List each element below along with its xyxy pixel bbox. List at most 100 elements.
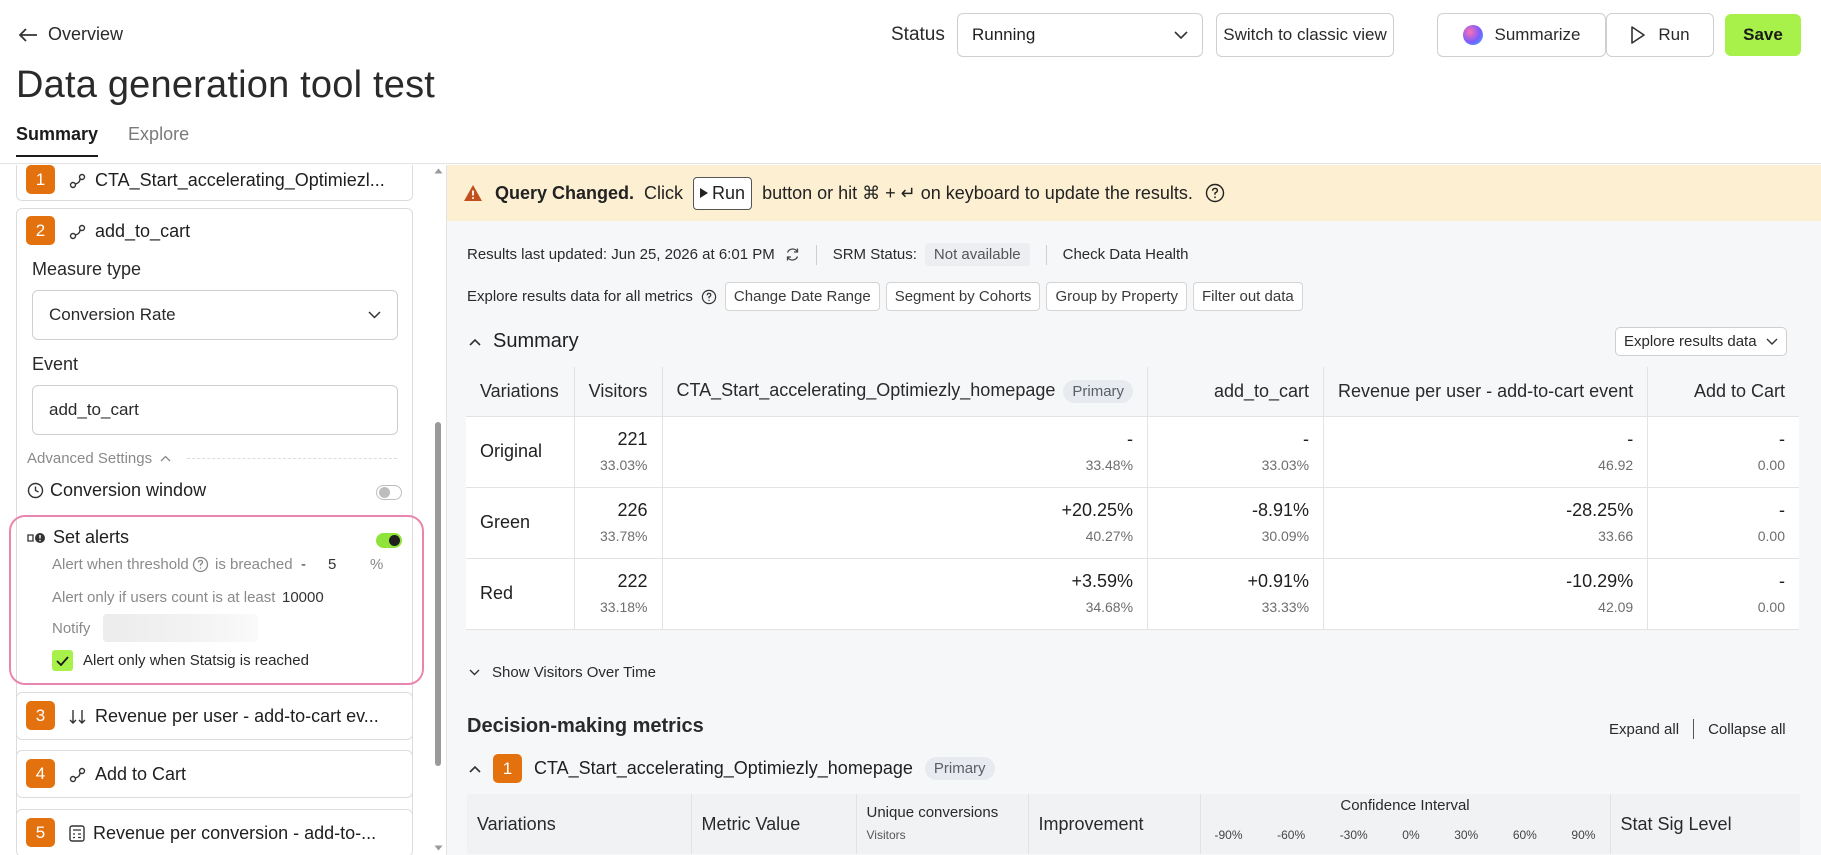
collapse-all-link[interactable]: Collapse all xyxy=(1708,721,1786,738)
ci-tick: -60% xyxy=(1277,828,1306,842)
metric-cell: +3.59% 34.68% xyxy=(662,558,1149,630)
metric-title[interactable]: add_to_cart xyxy=(69,221,190,242)
metric-cell: +0.91% 33.33% xyxy=(1147,558,1325,630)
refresh-icon[interactable] xyxy=(785,247,800,262)
expand-all-link[interactable]: Expand all xyxy=(1609,721,1679,738)
col-confidence-interval: Confidence Interval -90% -60% -30% 0% 30… xyxy=(1200,794,1611,854)
toggle-knob xyxy=(379,487,390,498)
chevron-up-icon xyxy=(469,338,481,346)
value: 33.33% xyxy=(1261,598,1310,615)
chevron-up-icon xyxy=(469,765,481,773)
metric-name: Add to Cart xyxy=(95,764,187,784)
value: 42.09 xyxy=(1598,598,1634,615)
banner-run-button[interactable]: Run xyxy=(693,176,753,210)
metric-title: Add to Cart xyxy=(69,764,186,785)
visitors-count: 226 xyxy=(617,499,648,520)
improvement: - xyxy=(1627,428,1634,449)
switch-classic-label: Switch to classic view xyxy=(1223,25,1387,44)
explore-results-dropdown[interactable]: Explore results data xyxy=(1615,327,1787,356)
tab-explore[interactable]: Explore xyxy=(128,124,189,157)
event-input[interactable]: add_to_cart xyxy=(32,385,398,435)
visitors-pct: 33.03% xyxy=(600,456,648,473)
decision-metrics-title: Decision-making metrics xyxy=(467,715,704,737)
results-status-row: Results last updated: Jun 25, 2026 at 6:… xyxy=(467,243,1189,266)
advanced-settings-toggle[interactable]: Advanced Settings xyxy=(27,450,397,467)
status-label: Status xyxy=(891,24,945,45)
metrics-panel: 1 CTA_Start_accelerating_Optimiezl... 2 … xyxy=(0,165,447,855)
measure-type-select[interactable]: Conversion Rate xyxy=(32,290,398,340)
notify-label: Notify xyxy=(52,620,91,637)
table-row[interactable]: Original 221 33.03% - 33.48% - 33.03% - 46.9… xyxy=(466,416,1799,488)
scroll-up-icon[interactable] xyxy=(434,168,443,174)
check-icon xyxy=(56,655,69,666)
table-header-row: Variations Metric Value Unique conversio… xyxy=(467,794,1800,854)
metric-card-4[interactable]: 4 Add to Cart xyxy=(16,750,413,798)
chevron-down-icon xyxy=(1174,30,1188,39)
explore-results-label: Explore results data xyxy=(1624,333,1757,350)
check-data-health-link[interactable]: Check Data Health xyxy=(1063,246,1189,263)
left-scrollbar[interactable] xyxy=(432,165,444,855)
improvement: - xyxy=(1127,428,1134,449)
value: 40.27% xyxy=(1085,527,1134,544)
run-button[interactable]: Run xyxy=(1606,13,1714,57)
help-icon[interactable] xyxy=(192,556,209,573)
value: 33.48% xyxy=(1085,456,1134,473)
tab-summary[interactable]: Summary xyxy=(16,124,99,157)
funnel-event-icon xyxy=(69,767,86,782)
table-row[interactable]: Green 226 33.78% +20.25% 40.27% -8.91% 30.0… xyxy=(466,487,1799,559)
metric-card-5[interactable]: 5 Revenue per conversion - add-to-... xyxy=(16,809,413,855)
filter-out-data-button[interactable]: Filter out data xyxy=(1193,282,1303,311)
show-visitors-toggle[interactable]: Show Visitors Over Time xyxy=(469,664,656,681)
sparkle-icon xyxy=(1462,25,1483,45)
notify-input[interactable] xyxy=(103,614,258,642)
help-icon[interactable] xyxy=(1205,183,1225,203)
threshold-unit: % xyxy=(370,556,384,573)
threshold-input[interactable]: 5 xyxy=(328,556,336,573)
scroll-thumb[interactable] xyxy=(435,422,441,766)
summarize-button[interactable]: Summarize xyxy=(1437,13,1606,57)
summary-section-toggle[interactable]: Summary xyxy=(469,330,579,353)
col-metric-3: Revenue per user - add-to-cart event xyxy=(1323,367,1649,417)
ci-tick: 90% xyxy=(1571,828,1596,842)
metric-card-1[interactable]: 1 CTA_Start_accelerating_Optimiezl... xyxy=(16,165,413,201)
back-label: Overview xyxy=(48,24,124,44)
threshold-sign[interactable]: - xyxy=(301,556,306,573)
metric-number: 5 xyxy=(26,818,55,847)
warning-icon xyxy=(464,185,482,201)
set-alerts-toggle[interactable] xyxy=(376,533,402,548)
metric-cell: - 0.00 xyxy=(1647,487,1799,559)
decision-metric-header[interactable]: 1 CTA_Start_accelerating_Optimiezly_home… xyxy=(469,754,995,783)
results-updated: Results last updated: Jun 25, 2026 at 6:… xyxy=(467,246,775,263)
funnel-event-icon xyxy=(69,173,86,188)
help-icon[interactable] xyxy=(701,289,717,305)
users-count-input[interactable]: 10000 xyxy=(282,589,324,606)
status-select[interactable]: Running xyxy=(957,13,1203,57)
srm-label: SRM Status: xyxy=(832,246,917,263)
primary-badge: Primary xyxy=(924,757,995,780)
chevron-down-icon xyxy=(1766,338,1778,345)
metric-number: 4 xyxy=(26,759,55,788)
metric-cell: -10.29% 42.09 xyxy=(1323,558,1649,630)
conversion-window-label: Conversion window xyxy=(50,480,207,500)
conversion-window-toggle[interactable] xyxy=(376,485,402,500)
metric-cell: - 33.48% xyxy=(662,416,1149,488)
segment-by-cohorts-button[interactable]: Segment by Cohorts xyxy=(885,282,1041,311)
switch-classic-view-button[interactable]: Switch to classic view xyxy=(1216,13,1394,57)
query-changed-banner: Query Changed. Click Run button or hit ⌘… xyxy=(447,165,1821,221)
table-row[interactable]: Red 222 33.18% +3.59% 34.68% +0.91% 33.33% … xyxy=(466,558,1799,630)
threshold-label: Alert when threshold xyxy=(52,556,189,573)
group-by-property-button[interactable]: Group by Property xyxy=(1046,282,1187,311)
statsig-checkbox[interactable] xyxy=(52,650,73,671)
back-link[interactable]: Overview xyxy=(18,24,123,45)
visitors-pct: 33.18% xyxy=(600,598,648,615)
improvement: +20.25% xyxy=(1061,499,1134,520)
scroll-down-icon[interactable] xyxy=(434,845,443,851)
save-button[interactable]: Save xyxy=(1725,14,1801,56)
chevron-up-icon xyxy=(160,455,171,462)
metric-card-3[interactable]: 3 Revenue per user - add-to-cart ev... xyxy=(16,692,413,740)
change-date-range-button[interactable]: Change Date Range xyxy=(724,282,880,311)
variation-name: Green xyxy=(466,487,575,559)
value: 30.09% xyxy=(1261,527,1310,544)
col-metric-4: Add to Cart xyxy=(1647,367,1799,417)
metric-number: 2 xyxy=(26,216,55,245)
